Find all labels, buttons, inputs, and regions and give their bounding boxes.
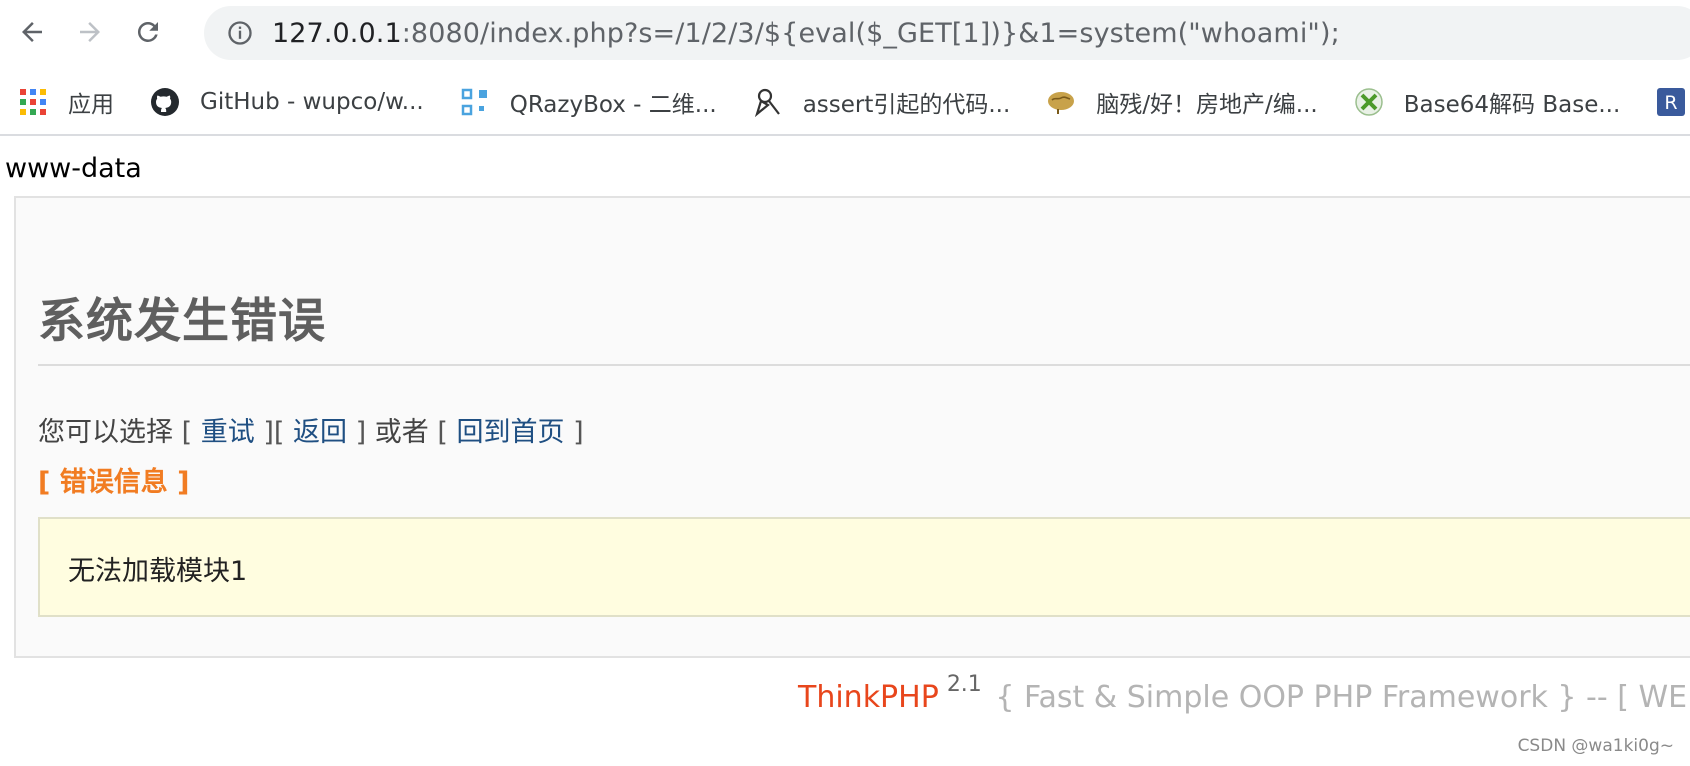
back-link[interactable]: 返回 [293,417,347,448]
bookmark-apps[interactable]: 应用 [18,85,114,119]
forward-button[interactable] [70,12,110,52]
github-icon [151,88,179,116]
address-bar[interactable]: 127.0.0.1:8080/index.php?s=/1/2/3/${eval… [204,6,1690,60]
r-badge-icon: R [1657,88,1686,116]
apps-grid-icon [20,89,46,115]
bookmarks-bar: 应用 GitHub - wupco/w... QRazyBox - 二维... … [0,70,1690,136]
reload-icon [137,21,158,42]
bracket: ] [263,417,274,448]
bookmark-label: GitHub - wupco/w... [200,89,424,115]
url-path: :8080/index.php?s=/1/2/3/${eval($_GET[1]… [401,17,1340,49]
framework-version: 2.1 [946,672,982,697]
forward-arrow-icon [80,22,100,42]
framework-brand[interactable]: ThinkPHP [798,680,939,715]
bookmark-label: 应用 [68,92,114,118]
title-divider [38,364,1690,366]
bookmark-label: assert引起的代码... [802,92,1011,118]
bookmark-label: 脑残/好！房地产/编... [1096,92,1318,118]
framework-footer: ThinkPHP 2.1 { Fast & Simple OOP PHP Fram… [798,672,1690,715]
choices-or: 或者 [374,417,429,448]
site-info-icon[interactable] [226,19,254,47]
qr-icon [461,88,487,116]
bracket: [ [437,417,448,448]
bookmark-qrazybox[interactable]: QRazyBox - 二维... [460,85,717,119]
error-title: 系统发生错误 [38,294,326,349]
bracket: [ [181,417,193,448]
choices-prefix: 您可以选择 [38,417,173,448]
bookmark-r[interactable]: R r [1656,87,1690,117]
bracket: ] [355,417,367,448]
url-host: 127.0.0.1 [272,17,402,49]
bookmark-label: QRazyBox - 二维... [509,92,717,118]
back-arrow-icon [22,22,42,42]
bookmark-base64[interactable]: Base64解码 Base... [1354,85,1621,119]
brain-icon [1048,92,1075,114]
svg-text:R: R [1665,92,1678,114]
choices-line: 您可以选择 [ 重试 ][ 返回 ] 或者 [ 回到首页 ] [38,410,584,449]
bracket: ] [573,417,584,448]
bookmark-label: Base64解码 Base... [1403,92,1621,118]
pen-nib-icon [754,88,780,117]
back-button[interactable] [12,12,52,52]
xbox-icon [1355,88,1383,116]
url-text[interactable]: 127.0.0.1:8080/index.php?s=/1/2/3/${eval… [272,18,1340,49]
reload-button[interactable] [128,12,168,52]
bookmark-github[interactable]: GitHub - wupco/w... [150,87,424,117]
watermark: CSDN @wa1ki0g~ [1517,736,1674,756]
bookmark-assert[interactable]: assert引起的代码... [753,85,1011,119]
framework-tagline: { Fast & Simple OOP PHP Framework } -- [… [995,680,1690,715]
error-panel: 系统发生错误 您可以选择 [ 重试 ][ 返回 ] 或者 [ 回到首页 ] [ … [14,196,1690,658]
home-link[interactable]: 回到首页 [456,417,564,448]
command-output: www-data [5,153,142,184]
error-info-toggle[interactable]: [ 错误信息 ] [38,460,189,499]
error-message-box: 无法加载模块1 [38,517,1690,617]
bookmark-brain[interactable]: 脑残/好！房地产/编... [1046,85,1318,119]
bracket: [ [273,417,285,448]
error-message: 无法加载模块1 [68,556,248,587]
browser-toolbar: 127.0.0.1:8080/index.php?s=/1/2/3/${eval… [0,0,1690,64]
retry-link[interactable]: 重试 [201,417,255,448]
